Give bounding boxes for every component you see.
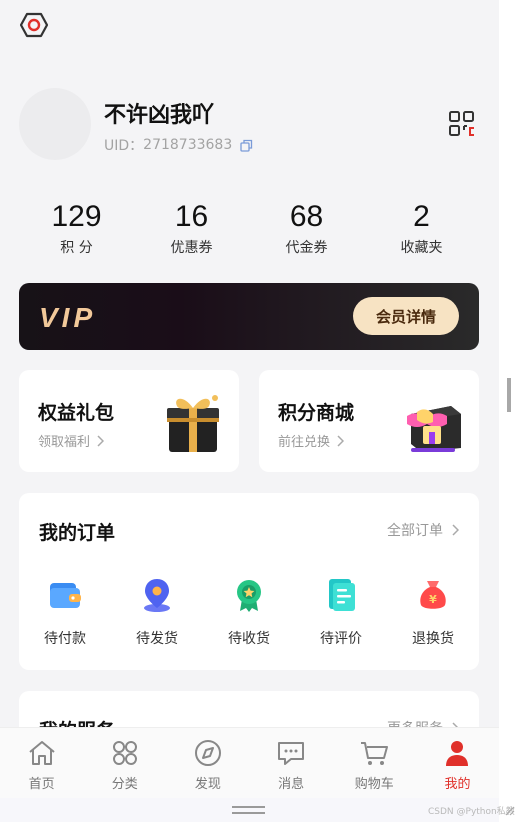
- uid-label: UID：: [104, 138, 144, 154]
- order-status-label: 待发货: [136, 631, 178, 647]
- tab-home[interactable]: 首页: [0, 728, 83, 798]
- stat-value: 129: [51, 200, 102, 233]
- order-status-pending-review[interactable]: 待评价: [295, 575, 387, 648]
- username: 不许凶我吖: [104, 103, 215, 128]
- promo-subtitle-row: 领取福利: [38, 431, 105, 450]
- chevron-right-icon: [337, 434, 345, 447]
- promo-card-shop[interactable]: 积分商城 前往兑换: [259, 370, 479, 472]
- vip-logo: VIP: [39, 302, 97, 333]
- stat-points[interactable]: 129 积 分: [19, 197, 134, 257]
- category-icon: [110, 738, 140, 768]
- vip-detail-button[interactable]: 会员详情: [353, 297, 459, 335]
- chevron-right-icon: [452, 524, 459, 536]
- tab-mine[interactable]: 我的: [416, 728, 499, 798]
- promo-card-gift[interactable]: 权益礼包 领取福利: [19, 370, 239, 472]
- chevron-right-icon: [97, 434, 105, 447]
- stat-vouchers[interactable]: 68 代金券: [249, 197, 364, 257]
- stat-favorites[interactable]: 2 收藏夹: [364, 197, 479, 257]
- location-pin-icon: [137, 575, 177, 615]
- order-status-row: 待付款 待发货 待收货 待评价 ¥ 退换货: [19, 575, 479, 648]
- avatar[interactable]: [19, 88, 91, 160]
- copy-icon[interactable]: [240, 139, 253, 152]
- document-icon: [321, 575, 361, 615]
- tab-discover[interactable]: 发现: [166, 728, 249, 798]
- tab-label: 购物车: [354, 777, 394, 792]
- orders-title: 我的订单: [39, 522, 116, 544]
- promo-subtitle-row: 前往兑换: [278, 431, 345, 450]
- order-status-label: 待付款: [44, 631, 86, 647]
- order-status-label: 退换货: [412, 631, 454, 647]
- tab-label: 发现: [194, 777, 221, 792]
- bottom-tab-bar: 首页 分类 发现 消息 购物车 我的: [0, 727, 499, 798]
- watermark: CSDN @Python私教: [428, 807, 515, 817]
- promo-subtitle: 领取福利: [38, 435, 91, 450]
- promo-title: 权益礼包: [38, 402, 115, 424]
- promo-subtitle: 前往兑换: [278, 435, 331, 450]
- gift-box-icon: [163, 392, 223, 454]
- cart-icon: [359, 738, 389, 768]
- tab-messages[interactable]: 消息: [250, 728, 333, 798]
- promo-title: 积分商城: [278, 402, 355, 424]
- medal-icon: [229, 575, 269, 615]
- order-status-pending-shipment[interactable]: 待发货: [111, 575, 203, 648]
- order-status-label: 待收货: [228, 631, 270, 647]
- tab-category[interactable]: 分类: [83, 728, 166, 798]
- order-status-return-exchange[interactable]: ¥ 退换货: [387, 575, 479, 648]
- orders-card: 我的订单 全部订单 待付款 待发货 待收货 待评价 ¥ 退换货: [19, 493, 479, 670]
- wallet-icon: [45, 575, 85, 615]
- stat-label: 代金券: [285, 240, 328, 256]
- settings-hexagon-icon: [20, 12, 48, 38]
- qr-code-icon: [449, 111, 474, 136]
- message-icon: [276, 738, 306, 768]
- user-icon: [442, 738, 472, 768]
- tab-label: 我的: [444, 777, 471, 792]
- stat-label: 优惠券: [170, 240, 213, 256]
- profile-page: 不许凶我吖 UID： 2718733683 129 积 分 16 优惠券 68 …: [0, 0, 499, 822]
- vip-banner[interactable]: VIP 会员详情: [19, 283, 479, 350]
- svg-text:¥: ¥: [429, 593, 437, 606]
- order-status-pending-payment[interactable]: 待付款: [19, 575, 111, 648]
- resize-handle[interactable]: [507, 378, 511, 412]
- stats-row: 129 积 分 16 优惠券 68 代金券 2 收藏夹: [19, 197, 479, 257]
- all-orders-link[interactable]: 全部订单: [387, 520, 459, 540]
- stat-value: 68: [289, 200, 324, 233]
- tab-cart[interactable]: 购物车: [333, 728, 416, 798]
- stat-label: 收藏夹: [400, 240, 443, 256]
- home-icon: [27, 738, 57, 768]
- uid-value: 2718733683: [143, 137, 233, 153]
- resize-corner-icon[interactable]: [505, 806, 515, 816]
- all-orders-label: 全部订单: [387, 523, 443, 539]
- settings-button[interactable]: [20, 12, 48, 38]
- stat-value: 2: [413, 200, 430, 233]
- shop-icon: [403, 392, 463, 454]
- tab-label: 分类: [111, 777, 138, 792]
- tab-label: 消息: [278, 777, 305, 792]
- qr-code-button[interactable]: [448, 110, 476, 138]
- home-indicator[interactable]: [232, 806, 265, 814]
- money-bag-icon: ¥: [413, 575, 453, 615]
- tab-label: 首页: [28, 777, 55, 792]
- stat-coupons[interactable]: 16 优惠券: [134, 197, 249, 257]
- order-status-label: 待评价: [320, 631, 362, 647]
- order-status-pending-receipt[interactable]: 待收货: [203, 575, 295, 648]
- uid-row: UID： 2718733683: [104, 135, 253, 155]
- stat-label: 积 分: [60, 240, 93, 256]
- compass-icon: [193, 738, 223, 768]
- stat-value: 16: [174, 200, 209, 233]
